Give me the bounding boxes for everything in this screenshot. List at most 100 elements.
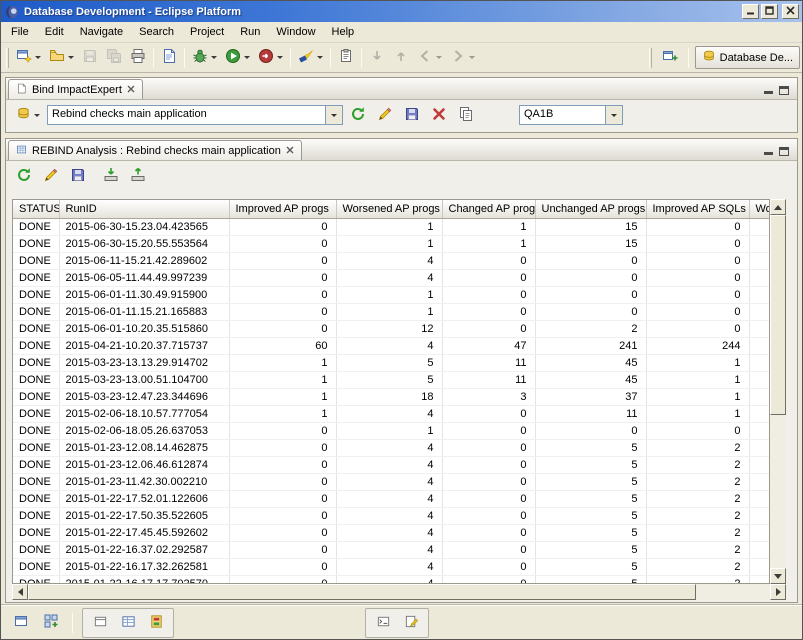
export-button[interactable]	[126, 165, 150, 187]
menu-item-edit[interactable]: Edit	[37, 24, 72, 40]
column-header[interactable]: Wo	[749, 200, 770, 218]
save-all-button[interactable]	[102, 46, 126, 70]
profile-combo[interactable]: Rebind checks main application	[47, 105, 343, 125]
sql-editor-button[interactable]	[157, 46, 181, 70]
explorer-view-button[interactable]	[88, 611, 112, 635]
table-row[interactable]: DONE2015-01-22-17.50.35.52260504052	[13, 507, 770, 524]
table-row[interactable]: DONE2015-06-05-11.44.49.99723904000	[13, 269, 770, 286]
perspective-database-button[interactable]: Database De...	[695, 46, 800, 69]
menu-item-help[interactable]: Help	[324, 24, 363, 40]
table-row[interactable]: DONE2015-06-30-15.23.04.423565011150	[13, 218, 770, 235]
vertical-scroll-thumb[interactable]	[770, 215, 786, 415]
menu-item-search[interactable]: Search	[131, 24, 182, 40]
table-row[interactable]: DONE2015-03-23-13.13.29.9147021511451	[13, 354, 770, 371]
close-button[interactable]	[782, 4, 799, 19]
horizontal-scrollbar[interactable]	[12, 584, 786, 600]
scroll-right-button[interactable]	[770, 584, 786, 600]
column-header[interactable]: Changed AP progs	[442, 200, 535, 218]
table-row[interactable]: DONE2015-06-01-11.30.49.91590001000	[13, 286, 770, 303]
external-tools-button[interactable]	[254, 46, 287, 70]
column-header[interactable]: Worsened AP progs	[336, 200, 442, 218]
table-row[interactable]: DONE2015-02-06-18.10.57.777054140111	[13, 405, 770, 422]
table-row[interactable]: DONE2015-06-01-11.15.21.16588301000	[13, 303, 770, 320]
table-row[interactable]: DONE2015-04-21-10.20.37.7157376044724124…	[13, 337, 770, 354]
forward-button[interactable]	[446, 46, 479, 70]
column-header[interactable]: STATUS	[13, 200, 59, 218]
run-button[interactable]	[221, 46, 254, 70]
tab-close-icon[interactable]	[127, 84, 135, 96]
console-view-button[interactable]	[371, 611, 395, 635]
table-row[interactable]: DONE2015-01-23-12.06.46.61287404052	[13, 456, 770, 473]
sql-results-view-button[interactable]	[399, 611, 423, 635]
table-row[interactable]: DONE2015-06-30-15.20.55.553564011150	[13, 235, 770, 252]
table-row[interactable]: DONE2015-03-23-12.47.23.3446961183371	[13, 388, 770, 405]
menu-item-project[interactable]: Project	[182, 24, 232, 40]
minimize-view-icon[interactable]	[764, 147, 773, 156]
menu-item-run[interactable]: Run	[232, 24, 268, 40]
table-row[interactable]: DONE2015-01-23-11.42.30.00221004052	[13, 473, 770, 490]
table-row[interactable]: DONE2015-01-22-17.52.01.12260604052	[13, 490, 770, 507]
column-header[interactable]: RunID	[59, 200, 229, 218]
new-wizard-button[interactable]	[12, 46, 45, 70]
copy-button[interactable]	[454, 104, 478, 126]
delete-button[interactable]	[427, 104, 451, 126]
combo-dropdown-button[interactable]	[325, 106, 342, 124]
task-button[interactable]	[334, 46, 358, 70]
maximize-view-icon[interactable]	[779, 86, 789, 95]
vertical-scrollbar[interactable]	[770, 199, 786, 584]
scroll-left-button[interactable]	[12, 584, 28, 600]
table-row[interactable]: DONE2015-06-01-10.20.35.515860012020	[13, 320, 770, 337]
open-file-button[interactable]	[45, 46, 78, 70]
edit-button[interactable]	[373, 104, 397, 126]
table-row[interactable]: DONE2015-01-23-12.08.14.46287504052	[13, 439, 770, 456]
menu-item-file[interactable]: File	[3, 24, 37, 40]
table-row[interactable]: DONE2015-01-22-16.17.32.26258104052	[13, 558, 770, 575]
back-button[interactable]	[413, 46, 446, 70]
toolbar-drag-handle[interactable]	[6, 48, 9, 68]
save-button[interactable]	[78, 46, 102, 70]
table-row[interactable]: DONE2015-01-22-17.45.45.59260204052	[13, 524, 770, 541]
open-perspective-button[interactable]	[658, 46, 682, 70]
menu-item-window[interactable]: Window	[268, 24, 323, 40]
edit-button[interactable]	[39, 165, 63, 187]
refresh-button[interactable]	[12, 165, 36, 187]
debug-button[interactable]	[188, 46, 221, 70]
table-row[interactable]: DONE2015-03-23-13.00.51.1047001511451	[13, 371, 770, 388]
search-button[interactable]	[294, 46, 327, 70]
restore-views-button[interactable]	[9, 611, 33, 635]
menu-item-navigate[interactable]: Navigate	[72, 24, 131, 40]
tab-rebind-analysis[interactable]: REBIND Analysis : Rebind checks main app…	[8, 140, 302, 160]
connection-selector-button[interactable]	[12, 104, 44, 126]
refresh-button[interactable]	[346, 104, 370, 126]
combo-dropdown-button[interactable]	[605, 106, 622, 124]
table-row[interactable]: DONE2015-06-11-15.21.42.28960204000	[13, 252, 770, 269]
title-bar[interactable]: Database Development - Eclipse Platform	[1, 1, 802, 22]
prev-annotation-button[interactable]	[389, 46, 413, 70]
minimize-button[interactable]	[742, 4, 759, 19]
save-result-button[interactable]	[400, 104, 424, 126]
tab-bind-impactexpert[interactable]: Bind ImpactExpert	[8, 79, 143, 99]
column-header[interactable]: Unchanged AP progs	[535, 200, 646, 218]
bookmarks-view-button[interactable]	[144, 611, 168, 635]
minimize-view-icon[interactable]	[764, 86, 773, 95]
next-annotation-button[interactable]	[365, 46, 389, 70]
perspective-bar-handle[interactable]	[649, 48, 652, 68]
table-row[interactable]: DONE2015-02-06-18.05.26.63705301000	[13, 422, 770, 439]
import-button[interactable]	[99, 165, 123, 187]
horizontal-scroll-thumb[interactable]	[28, 584, 696, 600]
fast-view-button[interactable]	[39, 611, 63, 635]
column-header[interactable]: Improved AP progs	[229, 200, 336, 218]
subsystem-combo[interactable]: QA1B	[519, 105, 623, 125]
maximize-button[interactable]	[761, 4, 778, 19]
scroll-up-button[interactable]	[770, 199, 786, 215]
scroll-track[interactable]	[696, 584, 770, 600]
scroll-track[interactable]	[770, 415, 786, 568]
data-output-view-button[interactable]	[116, 611, 140, 635]
tab-close-icon[interactable]	[286, 145, 294, 157]
table-row[interactable]: DONE2015-01-22-16.37.02.29258704052	[13, 541, 770, 558]
save-result-button[interactable]	[66, 165, 90, 187]
column-header[interactable]: Improved AP SQLs	[646, 200, 749, 218]
table-row[interactable]: DONE2015-01-22-16.17.17.70257004052	[13, 575, 770, 584]
maximize-view-icon[interactable]	[779, 147, 789, 156]
scroll-down-button[interactable]	[770, 568, 786, 584]
